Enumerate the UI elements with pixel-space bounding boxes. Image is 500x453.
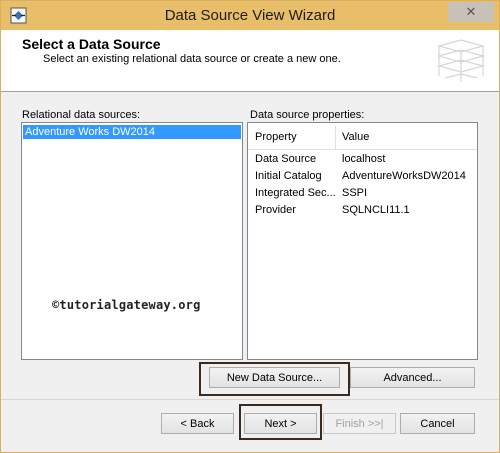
next-button[interactable]: Next > bbox=[244, 413, 317, 434]
relational-sources-label: Relational data sources: bbox=[22, 109, 141, 121]
title-bar: Data Source View Wizard ✕ bbox=[1, 1, 499, 30]
finish-button: Finish >>| bbox=[323, 413, 396, 434]
footer-divider bbox=[1, 399, 499, 400]
close-button[interactable]: ✕ bbox=[448, 2, 494, 22]
property-value: AdventureWorksDW2014 bbox=[342, 170, 466, 182]
watermark-text: ©tutorialgateway.org bbox=[52, 298, 201, 312]
table-row: Data Source localhost bbox=[248, 153, 477, 169]
relational-sources-list[interactable]: Adventure Works DW2014 bbox=[21, 122, 243, 360]
advanced-button[interactable]: Advanced... bbox=[350, 367, 475, 388]
properties-grid: Property Value Data Source localhost Ini… bbox=[247, 122, 478, 360]
column-header-value[interactable]: Value bbox=[342, 131, 369, 143]
property-name: Integrated Sec... bbox=[255, 187, 336, 199]
table-row: Provider SQLNCLI11.1 bbox=[248, 204, 477, 220]
property-value: SSPI bbox=[342, 187, 368, 199]
column-divider[interactable] bbox=[335, 126, 336, 149]
wizard-window: Data Source View Wizard ✕ Select a Data … bbox=[0, 0, 500, 453]
wizard-banner-icon bbox=[436, 39, 486, 82]
wizard-header: Select a Data Source Select an existing … bbox=[1, 30, 499, 92]
property-name: Provider bbox=[255, 204, 296, 216]
list-item[interactable]: Adventure Works DW2014 bbox=[23, 125, 241, 139]
table-row: Integrated Sec... SSPI bbox=[248, 187, 477, 203]
page-subtitle: Select an existing relational data sourc… bbox=[43, 53, 341, 65]
page-title: Select a Data Source bbox=[22, 36, 161, 52]
property-value: SQLNCLI11.1 bbox=[342, 204, 410, 216]
close-icon: ✕ bbox=[465, 4, 477, 19]
property-name: Initial Catalog bbox=[255, 170, 322, 182]
new-data-source-button[interactable]: New Data Source... bbox=[209, 367, 340, 388]
table-row: Initial Catalog AdventureWorksDW2014 bbox=[248, 170, 477, 186]
cancel-button[interactable]: Cancel bbox=[400, 413, 475, 434]
property-name: Data Source bbox=[255, 153, 317, 165]
window-title: Data Source View Wizard bbox=[164, 7, 336, 24]
back-button[interactable]: < Back bbox=[161, 413, 234, 434]
properties-header-row: Property Value bbox=[248, 126, 477, 150]
column-header-property[interactable]: Property bbox=[255, 131, 297, 143]
property-value: localhost bbox=[342, 153, 386, 165]
properties-label: Data source properties: bbox=[250, 109, 365, 121]
